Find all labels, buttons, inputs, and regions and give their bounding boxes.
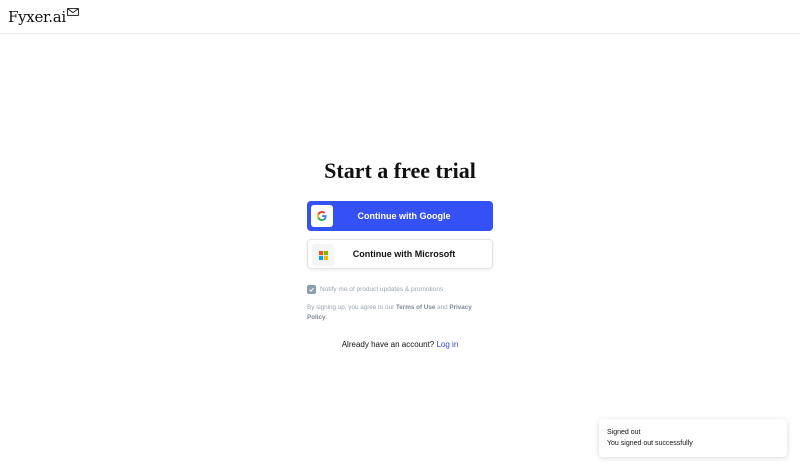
- google-button-label: Continue with Google: [357, 211, 451, 221]
- legal-suffix: .: [325, 314, 328, 321]
- notify-label: Notify me of product updates & promotion…: [320, 286, 444, 293]
- log-in-link[interactable]: Log in: [436, 340, 458, 349]
- notify-option: Notify me of product updates & promotion…: [307, 285, 443, 294]
- microsoft-icon-box: [312, 244, 334, 266]
- legal-text: By signing up, you agree to our Terms of…: [307, 303, 493, 323]
- terms-of-use-link[interactable]: Terms of Use: [396, 304, 435, 311]
- continue-with-google-button[interactable]: Continue with Google: [307, 201, 493, 231]
- toast-title: Signed out: [607, 429, 641, 436]
- google-icon-box: [311, 205, 333, 227]
- top-bar: Fyxer.ai: [0, 0, 800, 34]
- google-g-icon: [317, 211, 327, 221]
- page-title: Start a free trial: [324, 158, 476, 183]
- microsoft-logo-icon: [318, 250, 328, 260]
- notify-checkbox[interactable]: [307, 285, 316, 294]
- envelope-icon: [67, 8, 79, 16]
- fyxer-logo[interactable]: Fyxer.ai: [8, 5, 79, 29]
- login-prompt: Already have an account? Log in: [307, 340, 493, 349]
- microsoft-button-label: Continue with Microsoft: [352, 249, 456, 259]
- logo-text: Fyxer.ai: [8, 8, 66, 26]
- continue-with-microsoft-button[interactable]: Continue with Microsoft: [307, 239, 493, 269]
- already-have-account-text: Already have an account?: [341, 340, 435, 349]
- legal-prefix: By signing up, you agree to our: [307, 304, 395, 311]
- legal-and: and: [437, 304, 448, 311]
- signed-out-toast[interactable]: Signed out You signed out successfully: [599, 419, 787, 457]
- toast-message: You signed out successfully: [607, 440, 693, 447]
- checkmark-icon: [309, 287, 314, 292]
